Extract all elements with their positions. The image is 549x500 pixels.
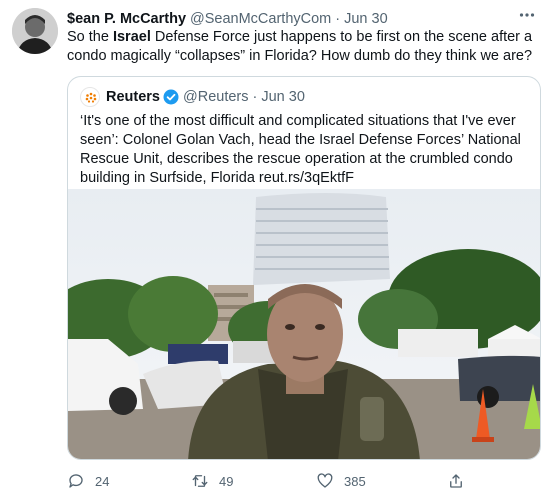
quoted-author-handle[interactable]: @Reuters <box>183 89 249 105</box>
quoted-date[interactable]: Jun 30 <box>261 89 305 105</box>
tweet-text-bold: Israel <box>112 29 151 45</box>
separator-dot: · <box>335 11 341 27</box>
avatar-image <box>12 8 58 54</box>
author-handle[interactable]: @SeanMcCarthyCom <box>190 11 331 27</box>
author-avatar[interactable] <box>12 8 58 54</box>
reply-button[interactable]: 24 <box>67 470 109 492</box>
tweet[interactable]: $ean P. McCarthy @SeanMcCarthyCom · Jun … <box>0 0 549 500</box>
more-dots-icon[interactable] <box>517 6 537 26</box>
verified-badge-icon <box>163 89 179 105</box>
separator-dot: · <box>252 89 258 105</box>
retweet-button[interactable]: 49 <box>191 470 233 492</box>
heart-icon <box>317 473 333 488</box>
retweet-icon <box>192 475 208 487</box>
quoted-author-name[interactable]: Reuters <box>106 89 160 105</box>
like-button[interactable]: 385 <box>316 470 366 492</box>
author-name[interactable]: $ean P. McCarthy <box>67 11 186 27</box>
retweet-count: 49 <box>219 473 234 489</box>
reply-icon <box>69 474 83 488</box>
like-count: 385 <box>344 473 366 489</box>
reply-count: 24 <box>95 473 110 489</box>
tweet-header: $ean P. McCarthy @SeanMcCarthyCom · Jun … <box>67 9 519 29</box>
video-frame-image <box>68 189 540 459</box>
quoted-video-thumbnail[interactable] <box>68 189 540 459</box>
quoted-header: Reuters @Reuters · Jun 30 <box>80 87 305 107</box>
tweet-actions: 24 49 385 <box>67 470 507 492</box>
share-button[interactable] <box>447 470 465 492</box>
quoted-text: ‘It's one of the most difficult and comp… <box>80 113 521 186</box>
reuters-logo <box>80 87 100 107</box>
share-icon <box>450 474 462 488</box>
tweet-text-start: So the <box>67 29 113 45</box>
tweet-date[interactable]: Jun 30 <box>344 11 388 27</box>
tweet-text: So the Israel Defense Force just happens… <box>67 28 537 66</box>
quoted-tweet[interactable]: Reuters @Reuters · Jun 30 ‘It's one of t… <box>67 76 541 460</box>
